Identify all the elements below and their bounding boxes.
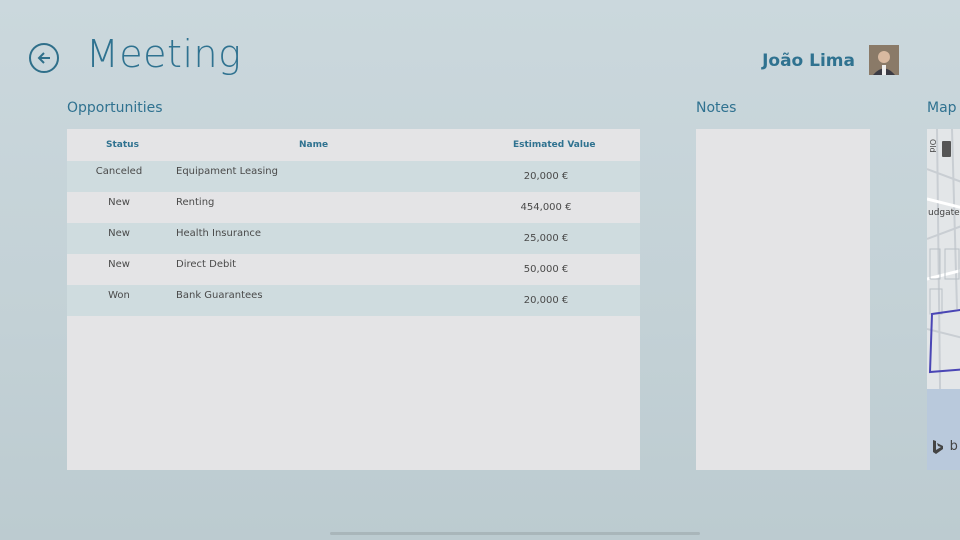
name-cell: Equipament Leasing	[176, 166, 278, 177]
status-cell: New	[108, 197, 130, 208]
map-heading: Map	[927, 100, 957, 116]
avatar[interactable]	[869, 45, 899, 75]
table-row[interactable]: Canceled Equipament Leasing 20,000 €	[67, 161, 640, 192]
map-view	[927, 129, 960, 470]
value-cell: 25,000 €	[523, 233, 569, 244]
table-row[interactable]: New Renting 454,000 €	[67, 192, 640, 223]
arrow-left-icon	[37, 52, 50, 64]
value-cell: 50,000 €	[523, 264, 569, 275]
value-cell: 454,000 €	[520, 202, 572, 213]
page-title: Meeting	[86, 32, 242, 76]
name-cell: Bank Guarantees	[176, 290, 263, 301]
name-cell: Health Insurance	[176, 228, 262, 239]
opportunities-heading: Opportunities	[67, 100, 163, 116]
name-cell: Renting	[176, 197, 215, 208]
table-row[interactable]: New Health Insurance 25,000 €	[67, 223, 640, 254]
status-cell: Canceled	[95, 166, 143, 177]
opportunities-table: Status Name Estimated Value Canceled Equ…	[67, 129, 640, 470]
bing-icon	[933, 440, 943, 454]
table-row[interactable]: New Direct Debit 50,000 €	[67, 254, 640, 285]
table-header: Status Name Estimated Value	[67, 129, 640, 161]
status-cell: New	[108, 228, 130, 239]
column-header-name[interactable]: Name	[299, 140, 328, 150]
horizontal-scrollbar[interactable]	[330, 532, 700, 535]
bing-logo: b	[932, 439, 958, 459]
column-header-estimated-value[interactable]: Estimated Value	[513, 140, 595, 150]
meeting-page: Meeting João Lima Opportunities Notes Ma…	[0, 0, 960, 540]
user-name[interactable]: João Lima	[762, 51, 855, 71]
value-cell: 20,000 €	[523, 171, 569, 182]
notes-heading: Notes	[696, 100, 737, 116]
table-row[interactable]: Won Bank Guarantees 20,000 €	[67, 285, 640, 316]
status-cell: New	[108, 259, 130, 270]
map-street-label: udgate	[928, 208, 960, 218]
map-panel[interactable]: Old Bailey udgate b	[927, 129, 960, 470]
notes-panel[interactable]	[696, 129, 870, 470]
name-cell: Direct Debit	[176, 259, 237, 270]
user-photo	[869, 45, 899, 75]
value-cell: 20,000 €	[523, 295, 569, 306]
column-header-status[interactable]: Status	[106, 140, 139, 150]
status-cell: Won	[108, 290, 130, 301]
back-button[interactable]	[29, 43, 59, 73]
map-street-label: Old Bailey	[927, 139, 937, 164]
